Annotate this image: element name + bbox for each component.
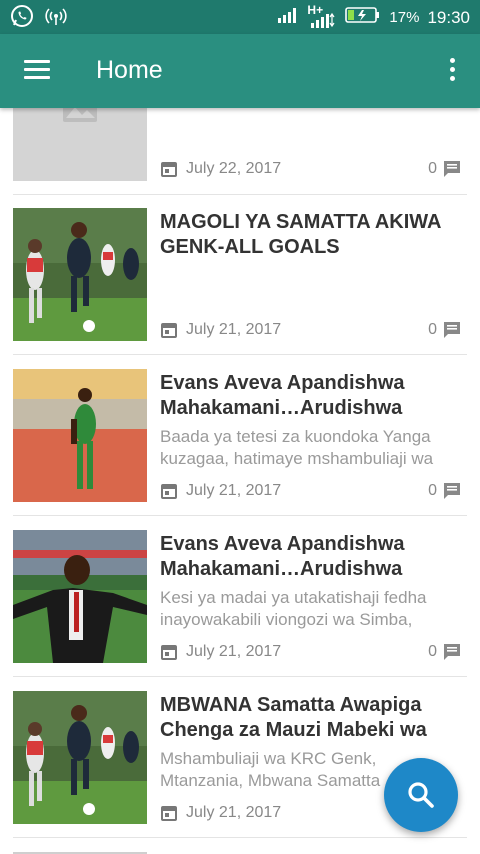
comment-icon bbox=[444, 483, 460, 499]
article-title[interactable]: MBWANA Samatta Awapiga Chenga za Mauzi M… bbox=[160, 693, 461, 743]
clock-time: 19:30 bbox=[427, 7, 470, 27]
article-title[interactable]: Evans Aveva Apandishwa Mahakamani…Arudis… bbox=[160, 371, 461, 421]
status-bar: H+ 17% 19:30 bbox=[0, 0, 480, 34]
date-text: July 21, 2017 bbox=[186, 482, 282, 499]
article-date: July 22, 2017 bbox=[160, 160, 281, 178]
comment-count[interactable]: 0 bbox=[428, 321, 461, 339]
date-text: July 21, 2017 bbox=[186, 643, 282, 660]
whatsapp-icon bbox=[10, 4, 34, 33]
calendar-icon bbox=[161, 162, 177, 177]
article-title[interactable]: Evans Aveva Apandishwa Mahakamani…Arudis… bbox=[160, 532, 461, 582]
comment-count-text: 0 bbox=[428, 643, 437, 660]
article-list[interactable]: July 22, 2017 0 MAGOLI YA SAMATTA AKIWA bbox=[0, 108, 480, 854]
article-card[interactable]: Evans Aveva Apandishwa Mahakamani…Arudis… bbox=[13, 369, 467, 516]
date-text: July 22, 2017 bbox=[186, 160, 282, 177]
page-title: Home bbox=[96, 56, 163, 84]
date-text: July 21, 2017 bbox=[186, 804, 282, 821]
search-icon bbox=[408, 782, 434, 808]
football-players-photo bbox=[13, 691, 147, 824]
comment-icon bbox=[444, 161, 460, 177]
wifi-broadcast-icon bbox=[44, 6, 68, 31]
article-date: July 21, 2017 bbox=[160, 804, 281, 822]
article-meta: July 22, 2017 0 bbox=[160, 160, 461, 182]
app-bar: Home bbox=[0, 34, 480, 108]
comment-count-text: 0 bbox=[428, 482, 437, 499]
footballer-stadium-photo bbox=[13, 369, 147, 502]
h-plus-signal-icon: H+ bbox=[307, 3, 337, 29]
article-meta: July 21, 2017 0 bbox=[160, 321, 461, 343]
comment-count[interactable]: 0 bbox=[428, 643, 461, 661]
more-vert-icon[interactable] bbox=[448, 58, 456, 84]
comment-count-text: 0 bbox=[428, 321, 437, 338]
article-date: July 21, 2017 bbox=[160, 321, 281, 339]
signal-icon bbox=[277, 6, 299, 29]
calendar-icon bbox=[161, 806, 177, 821]
article-card[interactable]: MAGOLI YA SAMATTA AKIWA GENK-ALL GOALS J… bbox=[13, 208, 467, 355]
article-body: Evans Aveva Apandishwa Mahakamani…Arudis… bbox=[160, 532, 461, 631]
article-card[interactable]: July 22, 2017 0 bbox=[13, 108, 467, 195]
article-body: MAGOLI YA SAMATTA AKIWA GENK-ALL GOALS bbox=[160, 210, 461, 260]
date-text: July 21, 2017 bbox=[186, 321, 282, 338]
comment-count-text: 0 bbox=[428, 160, 437, 177]
article-excerpt: Kesi ya madai ya utakatishaji fedha inay… bbox=[160, 588, 427, 629]
comment-icon bbox=[444, 322, 460, 338]
article-excerpt: Baada ya tetesi za kuondoka Yanga kuzaga… bbox=[160, 427, 434, 468]
calendar-icon bbox=[161, 484, 177, 499]
calendar-icon bbox=[161, 645, 177, 660]
article-meta: July 21, 2017 0 bbox=[160, 643, 461, 665]
comment-icon bbox=[444, 644, 460, 660]
football-players-photo bbox=[13, 208, 147, 341]
placeholder-image-icon bbox=[13, 108, 147, 181]
article-date: July 21, 2017 bbox=[160, 643, 281, 661]
man-in-suit-photo bbox=[13, 530, 147, 663]
calendar-icon bbox=[161, 323, 177, 338]
article-date: July 21, 2017 bbox=[160, 482, 281, 500]
search-button[interactable] bbox=[384, 758, 458, 832]
article-meta: July 21, 2017 0 bbox=[160, 482, 461, 504]
comment-count[interactable]: 0 bbox=[428, 482, 461, 500]
battery-percent: 17% bbox=[389, 9, 420, 26]
hamburger-menu-icon[interactable] bbox=[24, 60, 50, 80]
article-title[interactable]: MAGOLI YA SAMATTA AKIWA GENK-ALL GOALS bbox=[160, 210, 461, 260]
battery-charging-icon bbox=[345, 6, 381, 29]
article-body: Evans Aveva Apandishwa Mahakamani…Arudis… bbox=[160, 371, 461, 470]
article-card[interactable]: Evans Aveva Apandishwa Mahakamani…Arudis… bbox=[13, 530, 467, 677]
comment-count[interactable]: 0 bbox=[428, 160, 461, 178]
